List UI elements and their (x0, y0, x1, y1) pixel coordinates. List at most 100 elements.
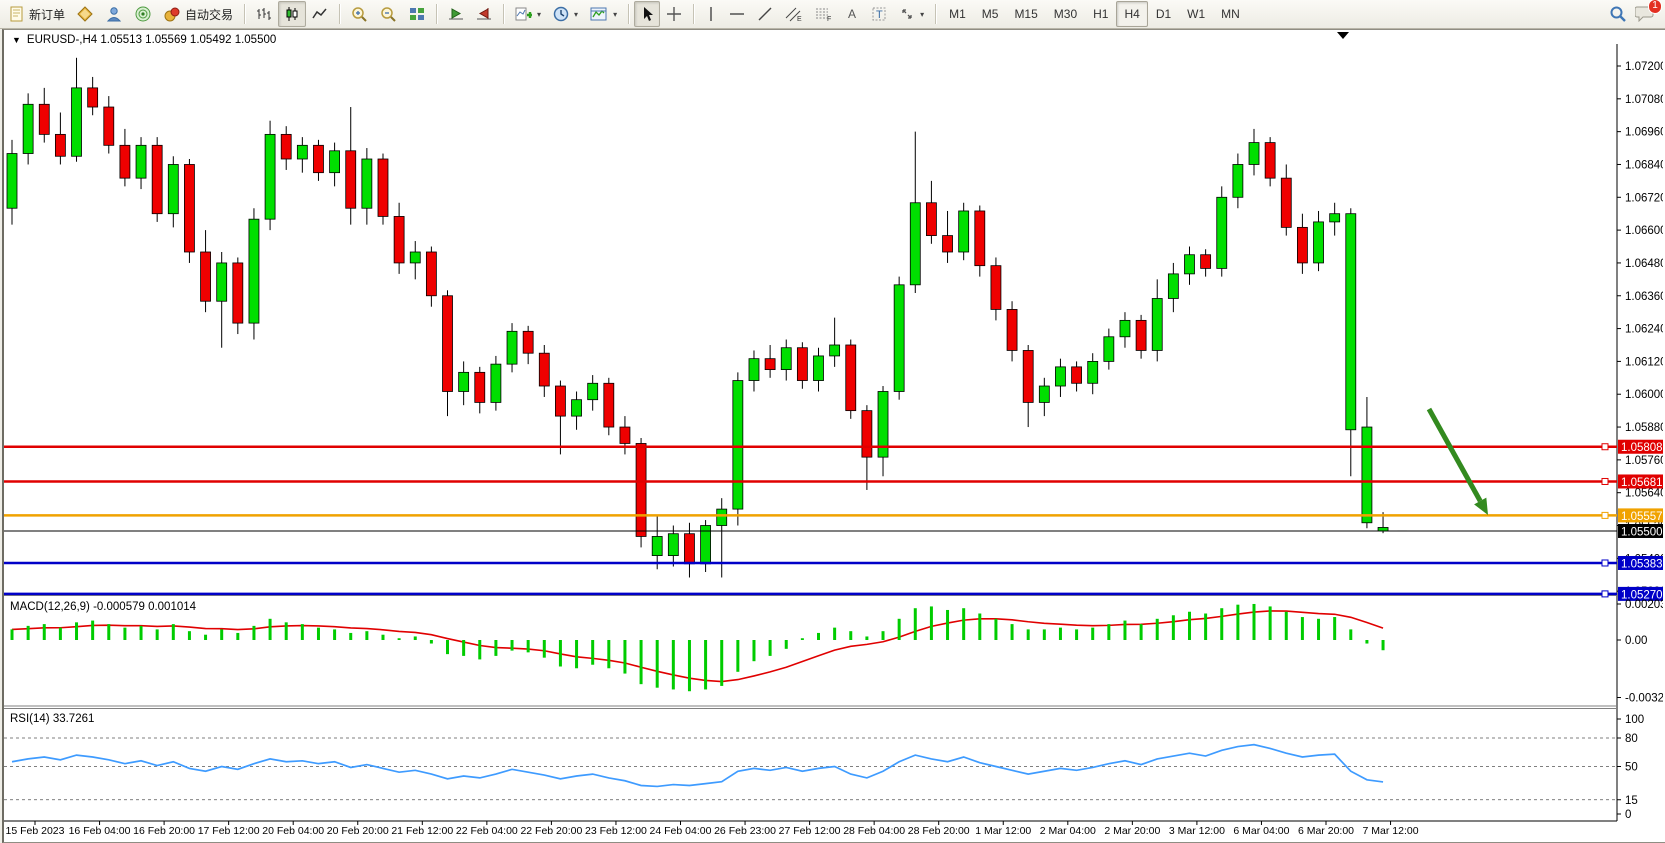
candle (1088, 361, 1098, 383)
svg-text:0: 0 (1625, 809, 1631, 821)
fibonacci-tool-button[interactable]: F (809, 1, 839, 27)
add-indicator-button[interactable]: ▾ (509, 1, 547, 27)
period-clock-icon (553, 6, 569, 22)
auto-trading-button[interactable]: 自动交易 (158, 1, 239, 27)
time-label: 28 Feb 20:00 (908, 825, 970, 837)
text-label-tool-button[interactable]: T (865, 1, 893, 27)
candle (765, 359, 775, 370)
hline-1.05808[interactable]: 1.05808 (4, 440, 1663, 455)
candle (475, 372, 485, 402)
timeframe-button-h4[interactable]: H4 (1116, 1, 1147, 27)
hline-1.05270[interactable]: 1.05270 (4, 587, 1663, 602)
timeframe-button-m15[interactable]: M15 (1006, 1, 1045, 27)
candle (136, 145, 146, 178)
period-clock-button[interactable]: ▾ (547, 1, 584, 27)
candle (1055, 367, 1065, 386)
zoom-in-button[interactable] (345, 1, 374, 27)
svg-text:-0.003256: -0.003256 (1625, 693, 1663, 705)
candle (733, 381, 743, 510)
auto-scroll-button[interactable] (442, 1, 470, 27)
svg-text:1.05383: 1.05383 (1621, 558, 1663, 570)
candle (152, 145, 162, 213)
timeframe-button-m1[interactable]: M1 (941, 1, 974, 27)
macd-panel: MACD(12,26,9) -0.000579 0.0010140.002038… (10, 599, 1663, 705)
candle (201, 252, 211, 301)
search-icon[interactable] (1609, 5, 1627, 23)
candle (797, 348, 807, 381)
chart-window[interactable]: ▼ EURUSD-,H4 1.05513 1.05569 1.05492 1.0… (2, 29, 1665, 843)
candle (1346, 214, 1356, 430)
candle (410, 252, 420, 263)
candle (297, 145, 307, 159)
time-label: 20 Feb 04:00 (262, 825, 324, 837)
candle (975, 211, 985, 266)
tile-windows-button[interactable] (403, 1, 431, 27)
arrows-tool-button[interactable]: ▾ (893, 1, 930, 27)
candle (362, 159, 372, 208)
auto-trading-icon (164, 6, 181, 22)
time-label: 16 Feb 04:00 (69, 825, 131, 837)
svg-text:1.05808: 1.05808 (1621, 442, 1663, 454)
svg-text:A: A (848, 7, 856, 21)
time-label: 26 Feb 23:00 (714, 825, 776, 837)
channel-tool-button[interactable]: E (779, 1, 809, 27)
navigator-icon (106, 6, 123, 22)
svg-text:T: T (876, 9, 883, 21)
text-tool-icon: A (845, 6, 859, 22)
template-button[interactable]: ▾ (584, 1, 623, 27)
candle (830, 345, 840, 356)
svg-text:1.06480: 1.06480 (1625, 258, 1663, 270)
svg-text:15: 15 (1625, 795, 1638, 807)
candle (1330, 214, 1340, 222)
vline-tool-button[interactable] (699, 1, 723, 27)
crosshair-button[interactable] (660, 1, 688, 27)
bar-chart-button[interactable] (250, 1, 278, 27)
candle (814, 356, 824, 381)
time-label: 24 Feb 04:00 (650, 825, 712, 837)
svg-text:50: 50 (1625, 762, 1638, 774)
navigator-button[interactable] (100, 1, 129, 27)
candle (620, 427, 630, 443)
timeframe-button-mn[interactable]: MN (1213, 1, 1248, 27)
hline-1.05557[interactable]: 1.05557 (4, 508, 1663, 523)
timeframe-button-m5[interactable]: M5 (974, 1, 1007, 27)
time-label: 7 Mar 12:00 (1363, 825, 1419, 837)
new-order-button[interactable]: 新订单 (3, 1, 71, 27)
chevron-down-icon: ▾ (537, 10, 541, 19)
timeframe-button-h1[interactable]: H1 (1085, 1, 1116, 27)
svg-text:F: F (827, 16, 831, 22)
chart-canvas[interactable]: 1.072001.070801.069601.068401.067201.066… (4, 30, 1663, 840)
hline-1.05383[interactable]: 1.05383 (4, 556, 1663, 571)
trendline-tool-button[interactable] (751, 1, 779, 27)
svg-text:1.06360: 1.06360 (1625, 291, 1663, 303)
timeframe-button-m30[interactable]: M30 (1046, 1, 1085, 27)
trend-arrow-annotation[interactable] (1429, 409, 1488, 515)
timeframe-button-d1[interactable]: D1 (1148, 1, 1179, 27)
candle (717, 509, 727, 525)
zoom-out-button[interactable] (374, 1, 403, 27)
cursor-button[interactable] (634, 1, 660, 27)
svg-text:1.07080: 1.07080 (1625, 94, 1663, 106)
chart-shift-marker[interactable] (1337, 32, 1349, 39)
market-watch-button[interactable] (71, 1, 100, 27)
hline-1.05500[interactable]: 1.05500 (4, 524, 1663, 539)
timeframe-button-w1[interactable]: W1 (1179, 1, 1213, 27)
candle-chart-button[interactable] (278, 1, 306, 27)
hline-tool-button[interactable] (723, 1, 751, 27)
svg-text:1.06840: 1.06840 (1625, 159, 1663, 171)
add-indicator-icon (515, 6, 532, 22)
time-axis[interactable]: 15 Feb 202316 Feb 04:0016 Feb 20:0017 Fe… (6, 821, 1419, 837)
chat-icon[interactable]: 1 (1635, 4, 1655, 25)
line-chart-button[interactable] (306, 1, 334, 27)
candle (7, 154, 17, 209)
signal-button[interactable] (129, 1, 158, 27)
chart-shift-button[interactable] (470, 1, 498, 27)
vline-tool-icon (705, 6, 717, 22)
candle (346, 151, 356, 208)
candles (7, 58, 1388, 578)
hline-1.05681[interactable]: 1.05681 (4, 474, 1663, 489)
candle (459, 372, 469, 391)
candle (426, 252, 436, 296)
text-tool-button[interactable]: A (839, 1, 865, 27)
macd-histogram (12, 604, 1383, 691)
